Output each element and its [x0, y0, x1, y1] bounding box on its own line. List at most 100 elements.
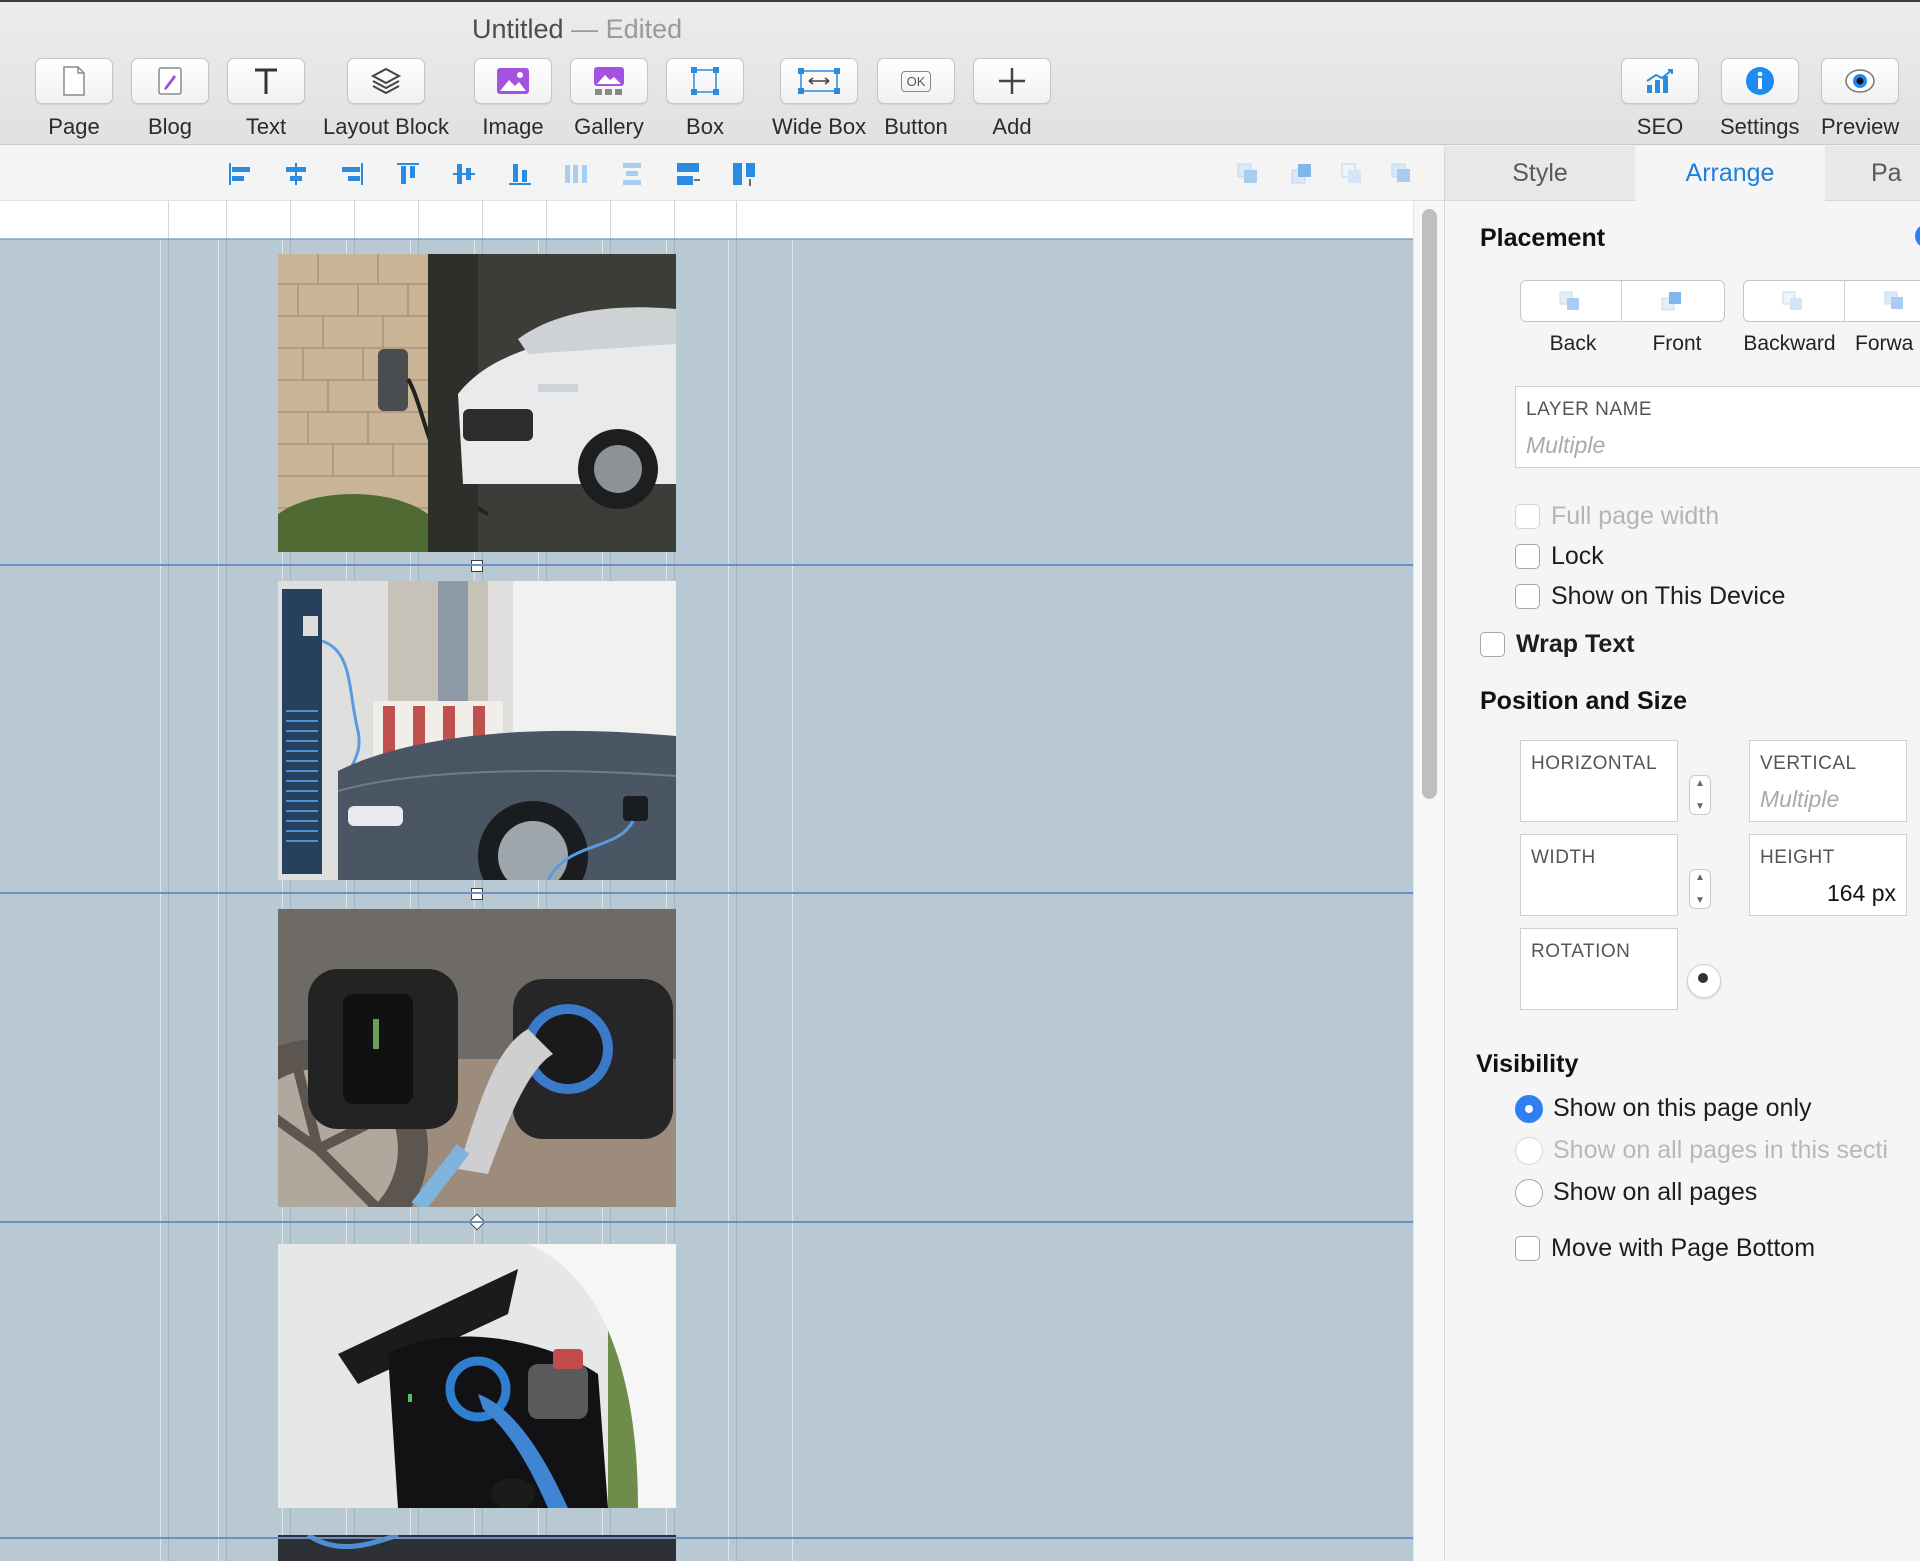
- match-height-icon[interactable]: [730, 160, 758, 188]
- blog-tool-label: Blog: [147, 114, 193, 139]
- seo-tool-label: SEO: [1636, 114, 1684, 139]
- page-icon: [35, 58, 113, 104]
- preview-tool-label: Preview: [1821, 114, 1900, 139]
- width-stepper[interactable]: ▲ ▼: [1689, 869, 1711, 909]
- match-width-icon[interactable]: [674, 160, 702, 188]
- align-bottom-icon[interactable]: [506, 160, 534, 188]
- box-icon: [666, 58, 744, 104]
- back-label: Back: [1549, 332, 1597, 355]
- ev-port-photo[interactable]: [278, 1244, 676, 1508]
- checkbox-box: [1480, 632, 1505, 657]
- button-tool-label: Button: [884, 114, 948, 139]
- horizontal-stepper[interactable]: ▲ ▼: [1689, 775, 1711, 815]
- show-all-pages-section-radio[interactable]: Show on all pages in this secti: [1515, 1136, 1888, 1165]
- ev-station-photo[interactable]: [278, 581, 676, 880]
- wide-box-tool[interactable]: Wide Box: [772, 58, 866, 140]
- send-backward-small-icon[interactable]: [1338, 160, 1366, 188]
- ev-wallbox-photo[interactable]: [278, 254, 676, 552]
- add-tool[interactable]: Add: [973, 58, 1051, 140]
- help-icon[interactable]: [1915, 224, 1920, 248]
- checkbox-box: [1515, 584, 1540, 609]
- blog-icon: [131, 58, 209, 104]
- show-this-page-radio[interactable]: Show on this page only: [1515, 1094, 1812, 1123]
- send-to-back-button[interactable]: [1521, 281, 1622, 321]
- align-left-icon[interactable]: [226, 160, 254, 188]
- layout-guide: [792, 201, 793, 1561]
- distribute-horizontal-icon[interactable]: [562, 160, 590, 188]
- full-page-width-checkbox[interactable]: Full page width: [1515, 502, 1719, 531]
- rotation-caption: ROTATION: [1531, 941, 1631, 962]
- layout-block-tool[interactable]: Layout Block: [323, 58, 449, 140]
- show-on-device-checkbox[interactable]: Show on This Device: [1515, 582, 1785, 611]
- layers-icon: [346, 58, 425, 104]
- window-title: Untitled — Edited: [472, 14, 682, 45]
- width-caption: WIDTH: [1531, 847, 1596, 868]
- send-back-small-icon[interactable]: [1234, 160, 1262, 188]
- canvas-scrollbar[interactable]: [1413, 201, 1444, 1561]
- bring-forward-button[interactable]: [1845, 281, 1920, 321]
- settings-tool-label: Settings: [1720, 114, 1800, 139]
- alignment-bar: [0, 146, 1444, 201]
- show-all-pages-section-label: Show on all pages in this secti: [1553, 1136, 1888, 1164]
- height-value: 164 px: [1826, 880, 1896, 906]
- layer-name-field[interactable]: LAYER NAME Multiple: [1515, 386, 1920, 468]
- layout-guide: [168, 201, 169, 1561]
- layout-guide: [160, 201, 161, 1561]
- checkbox-box: [1515, 504, 1540, 529]
- resize-handle[interactable]: [471, 560, 483, 572]
- layout-guide: [736, 201, 737, 1561]
- document-name: Untitled: [472, 14, 564, 44]
- page-tool[interactable]: Page: [35, 58, 113, 140]
- eye-icon: [1821, 58, 1900, 104]
- height-caption: HEIGHT: [1760, 847, 1835, 868]
- button-tool[interactable]: OK Button: [877, 58, 955, 140]
- toolbar: Untitled — Edited Page Blog Text Layout …: [0, 0, 1920, 145]
- plus-icon: [973, 58, 1051, 104]
- horizontal-caption: HORIZONTAL: [1531, 753, 1658, 774]
- checkbox-box: [1515, 544, 1540, 569]
- rotation-knob[interactable]: [1687, 964, 1721, 998]
- blog-tool[interactable]: Blog: [131, 58, 209, 140]
- show-all-pages-radio[interactable]: Show on all pages: [1515, 1178, 1757, 1207]
- image-tool[interactable]: Image: [474, 58, 552, 140]
- placement-back-front-segment: [1520, 280, 1725, 322]
- preview-tool[interactable]: Preview: [1821, 58, 1899, 140]
- resize-handle[interactable]: [471, 888, 483, 900]
- box-tool-label: Box: [686, 114, 724, 139]
- align-middle-icon[interactable]: [450, 160, 478, 188]
- position-size-heading: Position and Size: [1480, 687, 1687, 715]
- wide-box-icon: [780, 58, 859, 104]
- layout-guide: [218, 201, 219, 1561]
- vertical-field[interactable]: VERTICAL Multiple: [1749, 740, 1907, 822]
- button-icon-glyph: OK: [900, 70, 932, 92]
- gallery-tool[interactable]: Gallery: [570, 58, 648, 140]
- move-with-page-bottom-checkbox[interactable]: Move with Page Bottom: [1515, 1234, 1815, 1263]
- tab-page[interactable]: Pa: [1825, 146, 1920, 201]
- tab-arrange[interactable]: Arrange: [1635, 146, 1825, 201]
- scrollbar-thumb[interactable]: [1422, 209, 1437, 799]
- align-center-icon[interactable]: [282, 160, 310, 188]
- lock-checkbox[interactable]: Lock: [1515, 542, 1604, 571]
- layout-guide: [226, 201, 227, 1561]
- align-right-icon[interactable]: [338, 160, 366, 188]
- rotation-field[interactable]: ROTATION: [1520, 928, 1678, 1010]
- ev-plug-closeup-photo[interactable]: [278, 909, 676, 1207]
- bring-forward-small-icon[interactable]: [1388, 160, 1416, 188]
- width-field[interactable]: WIDTH: [1520, 834, 1678, 916]
- distribute-vertical-icon[interactable]: [618, 160, 646, 188]
- page-canvas[interactable]: [0, 201, 1413, 1561]
- bring-to-front-button[interactable]: [1622, 281, 1723, 321]
- seo-tool[interactable]: SEO: [1621, 58, 1699, 140]
- layout-block-tool-label: Layout Block: [323, 114, 449, 139]
- align-top-icon[interactable]: [394, 160, 422, 188]
- settings-tool[interactable]: Settings: [1720, 58, 1800, 140]
- send-backward-button[interactable]: [1744, 281, 1845, 321]
- height-field[interactable]: HEIGHT 164 px: [1749, 834, 1907, 916]
- horizontal-field[interactable]: HORIZONTAL: [1520, 740, 1678, 822]
- bring-front-small-icon[interactable]: [1288, 160, 1316, 188]
- wrap-text-checkbox[interactable]: Wrap Text: [1480, 630, 1635, 659]
- tab-style[interactable]: Style: [1445, 146, 1635, 201]
- text-tool[interactable]: Text: [227, 58, 305, 140]
- box-tool[interactable]: Box: [666, 58, 744, 140]
- full-page-width-label: Full page width: [1551, 502, 1720, 530]
